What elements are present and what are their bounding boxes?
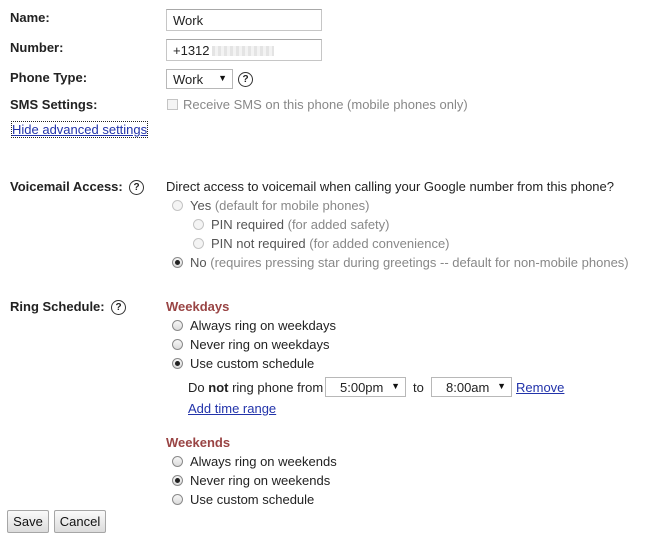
voicemail-description: Direct access to voicemail when calling … [166, 179, 614, 194]
ring-schedule-label: Ring Schedule: [10, 299, 105, 314]
ring-from-text: ring phone from [232, 380, 324, 395]
chevron-down-icon: ▼ [218, 73, 227, 83]
voicemail-yes-note: (default for mobile phones) [214, 198, 370, 213]
redacted-digits [211, 46, 274, 56]
number-input[interactable]: +1312 [166, 39, 322, 61]
phone-type-help-icon[interactable]: ? [238, 72, 253, 87]
voicemail-access-label: Voicemail Access: [10, 179, 123, 194]
weekdays-never-label: Never ring on weekdays [190, 337, 330, 352]
chevron-down-icon: ▼ [391, 381, 400, 391]
to-time-value: 8:00am [446, 380, 490, 395]
pin-not-required-label: PIN not required [211, 236, 306, 251]
number-input-value: +1312 [173, 43, 210, 58]
weekends-heading: Weekends [166, 435, 231, 450]
number-label: Number: [10, 40, 64, 55]
sms-settings-label: SMS Settings: [10, 97, 98, 112]
weekdays-custom-radio[interactable] [172, 358, 183, 369]
remove-time-range-link[interactable]: Remove [516, 380, 564, 395]
from-time-select[interactable]: 5:00pm ▼ [325, 377, 406, 397]
weekdays-always-radio[interactable] [172, 320, 183, 331]
from-time-value: 5:00pm [340, 380, 384, 395]
save-button[interactable]: Save [7, 510, 49, 533]
voicemail-yes-radio[interactable] [172, 200, 183, 211]
weekends-always-radio[interactable] [172, 456, 183, 467]
weekdays-never-radio[interactable] [172, 339, 183, 350]
pin-not-required-option: PIN not required (for added convenience) [211, 236, 450, 251]
pin-not-required-note: (for added convenience) [309, 236, 450, 251]
weekends-always-label: Always ring on weekends [190, 454, 337, 469]
weekdays-custom-label: Use custom schedule [190, 356, 315, 371]
voicemail-yes-label: Yes [190, 198, 212, 213]
phone-type-select[interactable]: Work ▼ [166, 69, 233, 89]
add-time-range-link[interactable]: Add time range [188, 401, 276, 416]
hide-advanced-settings-link[interactable]: Hide advanced settings [10, 121, 149, 138]
voicemail-no-note: (requires pressing star during greetings… [210, 255, 629, 270]
pin-required-note: (for added safety) [287, 217, 390, 232]
weekends-never-radio[interactable] [172, 475, 183, 486]
receive-sms-label: Receive SMS on this phone (mobile phones… [183, 97, 468, 112]
receive-sms-checkbox[interactable] [167, 99, 178, 110]
ring-schedule-help-icon[interactable]: ? [111, 300, 126, 315]
weekends-custom-radio[interactable] [172, 494, 183, 505]
pin-not-required-radio[interactable] [193, 238, 204, 249]
weekends-custom-label: Use custom schedule [190, 492, 315, 507]
phone-type-value: Work [173, 72, 204, 87]
voicemail-help-icon[interactable]: ? [129, 180, 144, 195]
voicemail-no-option: No (requires pressing star during greeti… [190, 255, 629, 270]
voicemail-no-label: No [190, 255, 207, 270]
weekdays-heading: Weekdays [166, 299, 230, 314]
to-time-select[interactable]: 8:00am ▼ [431, 377, 512, 397]
to-text: to [413, 380, 424, 395]
do-text: Do [188, 380, 205, 395]
name-label: Name: [10, 10, 50, 25]
weekends-never-label: Never ring on weekends [190, 473, 331, 488]
custom-schedule-text: Do not ring phone from [188, 380, 323, 395]
chevron-down-icon: ▼ [497, 381, 506, 391]
voicemail-yes-option: Yes (default for mobile phones) [190, 198, 370, 213]
not-text: not [208, 380, 229, 395]
cancel-button[interactable]: Cancel [54, 510, 106, 533]
pin-required-radio[interactable] [193, 219, 204, 230]
weekdays-always-label: Always ring on weekdays [190, 318, 336, 333]
name-input[interactable]: Work [166, 9, 322, 31]
phone-type-label: Phone Type: [10, 70, 88, 85]
voicemail-no-radio[interactable] [172, 257, 183, 268]
name-input-value: Work [173, 13, 204, 28]
pin-required-label: PIN required [211, 217, 284, 232]
pin-required-option: PIN required (for added safety) [211, 217, 390, 232]
